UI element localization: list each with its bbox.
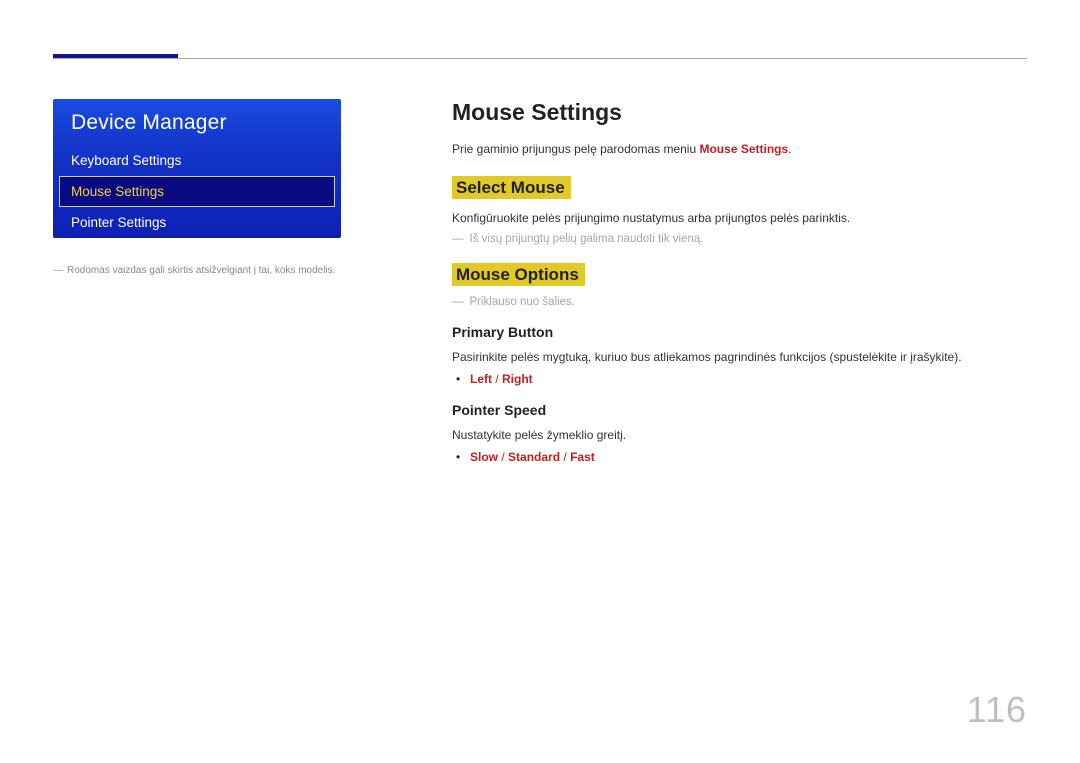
select-mouse-body: Konfigūruokite pelės prijungimo nustatym… bbox=[452, 209, 1027, 227]
primary-button-options: Left / Right bbox=[452, 372, 1027, 386]
heading-mouse-options: Mouse Options bbox=[452, 263, 585, 286]
option-left: Left bbox=[470, 372, 492, 386]
mouse-options-note: Priklauso nuo šalies. bbox=[452, 296, 1027, 308]
section-select-mouse: Select Mouse Konfigūruokite pelės prijun… bbox=[452, 176, 1027, 245]
page-number: 116 bbox=[967, 689, 1027, 731]
select-mouse-note: Iš visų prijungtų pelių galima naudoti t… bbox=[452, 233, 1027, 245]
intro-prefix: Prie gaminio prijungus pelę parodomas me… bbox=[452, 142, 699, 156]
sidebar-item-pointer-settings[interactable]: Pointer Settings bbox=[53, 207, 341, 238]
heading-primary-button: Primary Button bbox=[452, 324, 1027, 340]
option-fast: Fast bbox=[570, 450, 595, 464]
option-standard: Standard bbox=[508, 450, 560, 464]
pointer-speed-body: Nustatykite pelės žymeklio greitį. bbox=[452, 426, 1027, 444]
subsection-primary-button: Primary Button Pasirinkite pelės mygtuką… bbox=[452, 324, 1027, 386]
header-divider bbox=[53, 58, 1027, 59]
heading-select-mouse: Select Mouse bbox=[452, 176, 571, 199]
option-slow: Slow bbox=[470, 450, 498, 464]
sidebar-title: Device Manager bbox=[53, 99, 341, 145]
primary-button-body: Pasirinkite pelės mygtuką, kuriuo bus at… bbox=[452, 348, 1027, 366]
page-title: Mouse Settings bbox=[452, 99, 1027, 126]
heading-pointer-speed: Pointer Speed bbox=[452, 402, 1027, 418]
intro-suffix: . bbox=[788, 142, 791, 156]
section-mouse-options: Mouse Options Priklauso nuo šalies. Prim… bbox=[452, 263, 1027, 464]
option-separator: / bbox=[495, 372, 502, 386]
sidebar-item-keyboard-settings[interactable]: Keyboard Settings bbox=[53, 145, 341, 176]
sidebar-footnote: Rodomas vaizdas gali skirtis atsižvelgia… bbox=[53, 264, 373, 278]
sidebar-device-manager: Device Manager Keyboard Settings Mouse S… bbox=[53, 99, 341, 238]
intro-highlight: Mouse Settings bbox=[699, 142, 788, 156]
pointer-speed-options: Slow / Standard / Fast bbox=[452, 450, 1027, 464]
sidebar-item-mouse-settings[interactable]: Mouse Settings bbox=[59, 176, 335, 207]
subsection-pointer-speed: Pointer Speed Nustatykite pelės žymeklio… bbox=[452, 402, 1027, 464]
intro-text: Prie gaminio prijungus pelę parodomas me… bbox=[452, 142, 1027, 156]
content-area: Mouse Settings Prie gaminio prijungus pe… bbox=[452, 99, 1027, 482]
option-right: Right bbox=[502, 372, 533, 386]
